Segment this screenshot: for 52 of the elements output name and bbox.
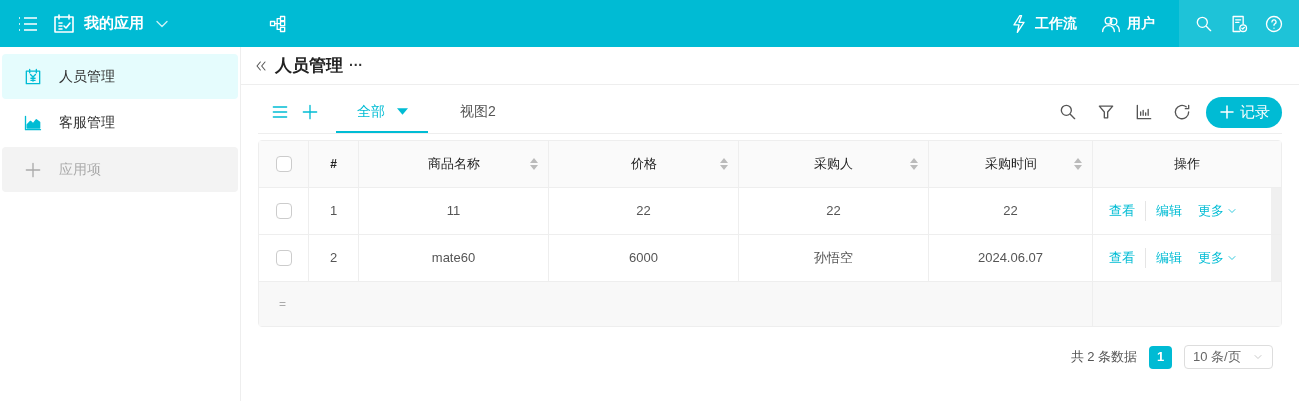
summary-symbol: = (279, 296, 286, 313)
table-cell: 11 (359, 188, 549, 234)
search-icon[interactable] (1058, 102, 1078, 122)
row-action-link[interactable]: 查看 (1109, 248, 1146, 268)
column-header: 采购时间 (929, 141, 1093, 187)
app-title: 我的应用 (84, 13, 144, 34)
plus-icon[interactable] (300, 102, 320, 122)
nav-link[interactable]: 用户 (1101, 13, 1155, 34)
help-icon[interactable] (1263, 13, 1284, 34)
more-menu[interactable]: ··· (349, 55, 363, 76)
checkbox[interactable] (275, 156, 292, 172)
table-cell: mate60 (359, 235, 549, 281)
page-button[interactable]: 1 (1149, 345, 1172, 369)
table-cell: 2 (309, 235, 359, 281)
plus-icon (1218, 103, 1236, 121)
checkbox[interactable] (275, 250, 292, 266)
bar-chart-icon[interactable] (1134, 102, 1154, 122)
sort-icon[interactable] (720, 158, 728, 170)
checkbox[interactable] (275, 203, 292, 219)
total-count: 共 2 条数据 (1070, 348, 1137, 367)
table-cell: 22 (549, 188, 739, 234)
page-title: 人员管理 (275, 54, 343, 77)
row-action-link[interactable]: 编辑 (1156, 201, 1182, 221)
sidebar-item[interactable]: 客服管理 (2, 100, 238, 145)
column-header: 价格 (549, 141, 739, 187)
row-action-link[interactable]: 查看 (1109, 201, 1146, 221)
page-size-select[interactable]: 10 条/页 (1184, 345, 1273, 369)
add-app-item[interactable]: 应用项 (2, 147, 238, 192)
row-action-link[interactable]: 更多 (1198, 201, 1238, 221)
table-cell: 孙悟空 (739, 235, 929, 281)
view-tab[interactable]: 全部 (336, 91, 428, 133)
calendar-check-icon (52, 11, 76, 36)
dropdown-caret-icon (396, 107, 408, 115)
table-cell: 1 (309, 188, 359, 234)
nav-link[interactable]: 工作流 (1009, 13, 1077, 34)
column-header: # (309, 141, 359, 187)
column-header: 采购人 (739, 141, 929, 187)
table-cell: 22 (739, 188, 929, 234)
row-action-link[interactable]: 编辑 (1156, 248, 1182, 268)
sort-icon[interactable] (530, 158, 538, 170)
sidebar-item[interactable]: 人员管理 (2, 54, 238, 99)
column-header: 操作 (1173, 155, 1201, 174)
hierarchy-icon[interactable] (268, 13, 288, 34)
row-action-link[interactable]: 更多 (1198, 248, 1238, 268)
column-header: 商品名称 (359, 141, 549, 187)
add-record-button[interactable]: 记录 (1206, 96, 1282, 128)
calendar-yen-icon (23, 66, 43, 87)
refresh-icon[interactable] (1172, 102, 1192, 122)
table-cell: 6000 (549, 235, 739, 281)
view-tab[interactable]: 视图2 (448, 91, 508, 133)
sort-icon[interactable] (1074, 158, 1082, 170)
sort-icon[interactable] (910, 158, 918, 170)
